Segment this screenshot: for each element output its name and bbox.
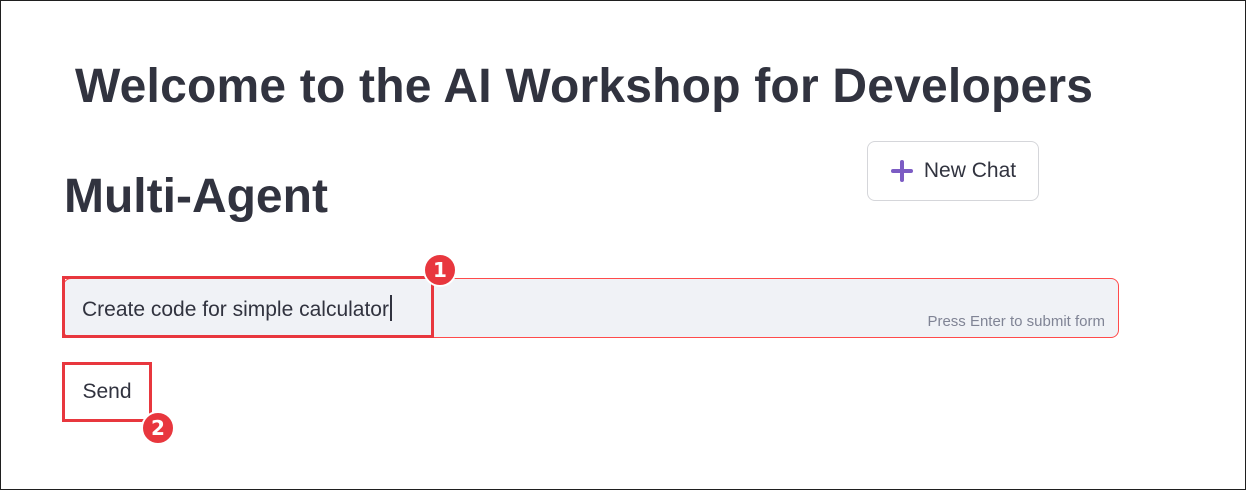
input-hint: Press Enter to submit form [927, 313, 1105, 330]
text-caret [389, 295, 392, 321]
step-badge-2: 2 [141, 411, 175, 445]
step-badge-1: 1 [423, 253, 457, 287]
new-chat-label: New Chat [923, 159, 1017, 182]
page-title: Welcome to the AI Workshop for Developer… [75, 60, 1094, 113]
app-frame: Welcome to the AI Workshop for Developer… [0, 0, 1246, 490]
send-button[interactable]: Send [65, 365, 149, 419]
new-chat-button[interactable]: New Chat [867, 141, 1039, 201]
plus-icon [890, 159, 914, 183]
section-title: Multi-Agent [64, 170, 328, 223]
chat-input[interactable]: Create code for simple calculator Press … [63, 278, 1119, 338]
chat-input-value[interactable]: Create code for simple calculator [82, 295, 392, 322]
